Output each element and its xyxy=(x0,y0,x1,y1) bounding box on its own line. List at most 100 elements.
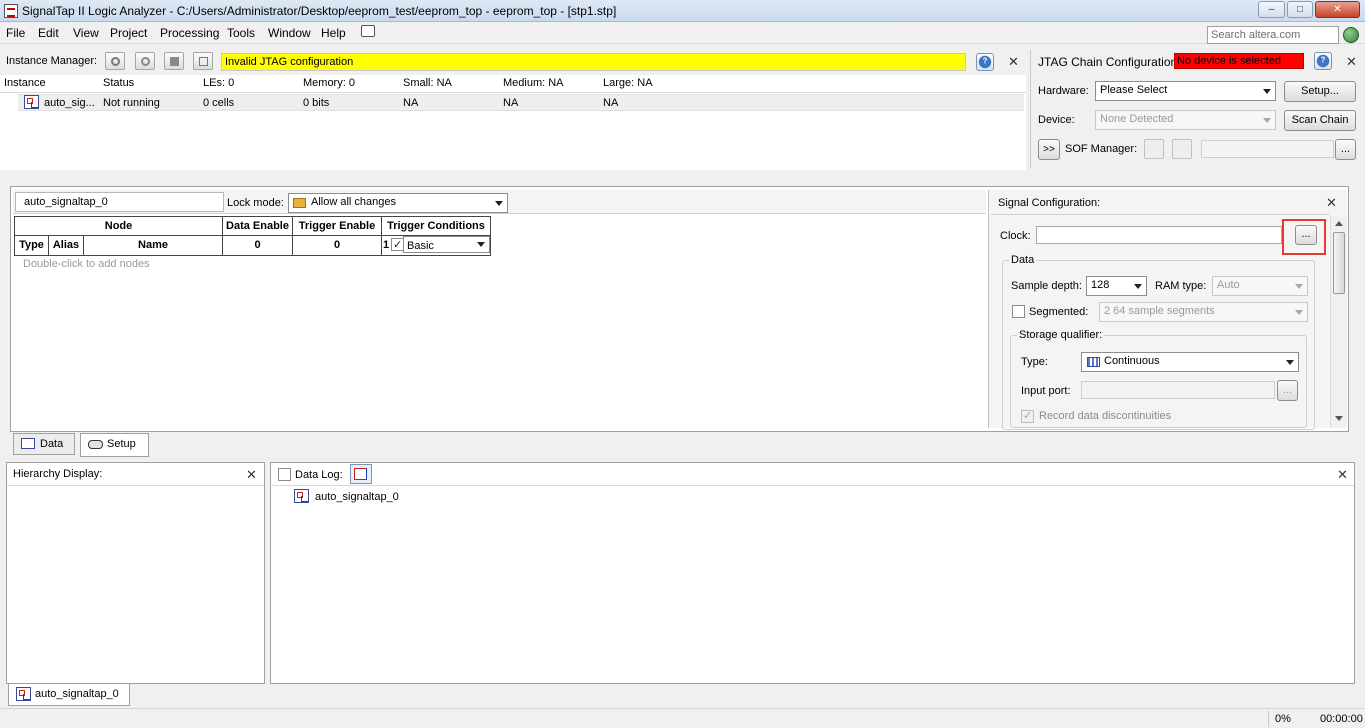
signal-config-close-icon[interactable]: ✕ xyxy=(1326,195,1337,211)
menu-view[interactable]: View xyxy=(73,26,99,40)
hierarchy-divider xyxy=(7,485,264,486)
signaltap-instance-icon xyxy=(24,95,39,109)
table-row[interactable] xyxy=(18,94,1024,111)
scroll-down-icon[interactable] xyxy=(1335,416,1343,421)
lock-icon xyxy=(293,198,306,208)
hardware-select[interactable]: Please Select xyxy=(1095,81,1276,101)
cell-large: NA xyxy=(603,97,619,109)
input-port-input[interactable] xyxy=(1081,381,1275,399)
instance-manager-label: Instance Manager: xyxy=(6,55,98,67)
stop-analysis-button[interactable] xyxy=(164,52,184,70)
instance-table-empty-area xyxy=(0,113,1026,170)
ram-type-select[interactable]: Auto xyxy=(1212,276,1308,296)
col-instance[interactable]: Instance xyxy=(4,77,46,89)
data-enable-header[interactable]: Data Enable xyxy=(223,217,292,236)
menu-edit[interactable]: Edit xyxy=(38,26,59,40)
jtag-chain-panel: JTAG Chain Configuration: No device is s… xyxy=(1030,50,1365,168)
col-memory[interactable]: Memory: 0 xyxy=(303,77,355,89)
sample-depth-select[interactable]: 128 xyxy=(1086,276,1147,296)
sample-depth-value: 128 xyxy=(1091,279,1110,291)
sof-file-input[interactable] xyxy=(1201,140,1334,158)
hardware-label: Hardware: xyxy=(1038,85,1089,97)
close-window-button[interactable]: ✕ xyxy=(1315,1,1360,18)
scroll-thumb[interactable] xyxy=(1333,232,1345,294)
tab-auto-signaltap[interactable]: auto_signaltap_0 xyxy=(8,684,130,706)
col-small[interactable]: Small: NA xyxy=(403,77,452,89)
whats-this-help-icon[interactable] xyxy=(361,25,375,37)
input-port-browse-button[interactable]: ... xyxy=(1277,380,1298,401)
chevron-down-icon xyxy=(1263,89,1271,94)
alias-header[interactable]: Alias xyxy=(48,235,84,256)
lock-mode-select[interactable]: Allow all changes xyxy=(288,193,508,213)
menu-tools[interactable]: Tools xyxy=(227,26,255,40)
hardware-select-value: Please Select xyxy=(1100,84,1168,96)
attach-sof-icon[interactable] xyxy=(1172,139,1192,159)
program-device-icon[interactable] xyxy=(1144,139,1164,159)
hierarchy-close-icon[interactable]: ✕ xyxy=(246,467,257,483)
chevron-down-icon xyxy=(495,201,503,206)
autorun-analysis-button[interactable] xyxy=(105,52,125,70)
tab-setup[interactable]: Setup xyxy=(80,433,149,457)
col-medium[interactable]: Medium: NA xyxy=(503,77,564,89)
data-log-panel: Data Log: ✕ auto_signaltap_0 xyxy=(270,462,1355,684)
col-large[interactable]: Large: NA xyxy=(603,77,653,89)
add-nodes-hint[interactable]: Double-click to add nodes xyxy=(23,258,150,270)
ram-type-label: RAM type: xyxy=(1155,280,1207,292)
jtag-label: JTAG Chain Configuration: xyxy=(1038,55,1181,69)
lock-mode-value: Allow all changes xyxy=(311,196,396,208)
trigger-conditions-header[interactable]: Trigger Conditions xyxy=(382,217,490,236)
data-log-enable-button[interactable] xyxy=(350,464,372,484)
record-discontinuities-checkbox[interactable] xyxy=(1021,409,1034,423)
segmented-checkbox[interactable] xyxy=(1012,305,1025,318)
expand-sof-button[interactable]: >> xyxy=(1038,139,1060,160)
trigger-enable-header[interactable]: Trigger Enable xyxy=(293,217,381,236)
record-discontinuities-label: Record data discontinuities xyxy=(1039,410,1172,422)
menu-project[interactable]: Project xyxy=(110,26,147,40)
clock-input[interactable] xyxy=(1036,226,1282,244)
instance-help-button[interactable] xyxy=(976,53,994,71)
device-label: Device: xyxy=(1038,114,1075,126)
data-log-checkbox[interactable] xyxy=(278,468,291,481)
minimize-button[interactable]: ‒ xyxy=(1258,1,1285,18)
jtag-close-icon[interactable]: ✕ xyxy=(1346,54,1357,70)
device-select[interactable]: None Detected xyxy=(1095,110,1276,130)
search-input[interactable]: Search altera.com xyxy=(1207,26,1339,44)
setup-button[interactable]: Setup... xyxy=(1284,81,1356,102)
scroll-up-icon[interactable] xyxy=(1335,221,1343,226)
storage-type-select[interactable]: Continuous xyxy=(1081,352,1299,372)
menu-window[interactable]: Window xyxy=(268,26,311,40)
chevron-down-icon xyxy=(1295,310,1303,315)
signal-config-scrollbar[interactable] xyxy=(1330,216,1347,428)
globe-icon[interactable] xyxy=(1343,27,1359,43)
trigger-condition-row: 1 Basic xyxy=(382,236,490,255)
menu-processing[interactable]: Processing xyxy=(160,26,219,40)
chevron-down-icon xyxy=(477,242,485,247)
instance-manager-close-icon[interactable]: ✕ xyxy=(1008,54,1019,70)
hierarchy-title: Hierarchy Display: xyxy=(13,468,103,480)
read-data-button[interactable] xyxy=(193,52,213,70)
cell-les: 0 cells xyxy=(203,97,235,109)
data-log-close-icon[interactable]: ✕ xyxy=(1337,467,1348,483)
node-header[interactable]: Node xyxy=(14,216,223,236)
jtag-help-button[interactable] xyxy=(1314,52,1332,70)
elapsed-time: 00:00:00 xyxy=(1320,713,1363,725)
name-header[interactable]: Name xyxy=(83,235,223,256)
chevron-down-icon xyxy=(1286,360,1294,365)
tab-setup-label: Setup xyxy=(107,438,136,450)
col-status[interactable]: Status xyxy=(103,77,134,89)
trigger-condition-select[interactable]: Basic xyxy=(403,236,490,253)
run-analysis-button[interactable] xyxy=(135,52,155,70)
data-log-item[interactable]: auto_signaltap_0 xyxy=(315,491,399,503)
scan-chain-button[interactable]: Scan Chain xyxy=(1284,110,1356,131)
col-les[interactable]: LEs: 0 xyxy=(203,77,234,89)
menu-help[interactable]: Help xyxy=(321,26,346,40)
chevron-down-icon xyxy=(1134,284,1142,289)
menu-file[interactable]: File xyxy=(6,26,25,40)
sof-browse-button[interactable]: ... xyxy=(1335,139,1356,160)
trigger-enable-count: 0 xyxy=(333,239,341,251)
segmented-select[interactable]: 2 64 sample segments xyxy=(1099,302,1308,322)
cell-instance: auto_sig... xyxy=(44,97,95,109)
maximize-button[interactable]: □ xyxy=(1287,1,1313,18)
tab-data[interactable]: Data xyxy=(13,433,75,455)
type-header[interactable]: Type xyxy=(14,235,49,256)
